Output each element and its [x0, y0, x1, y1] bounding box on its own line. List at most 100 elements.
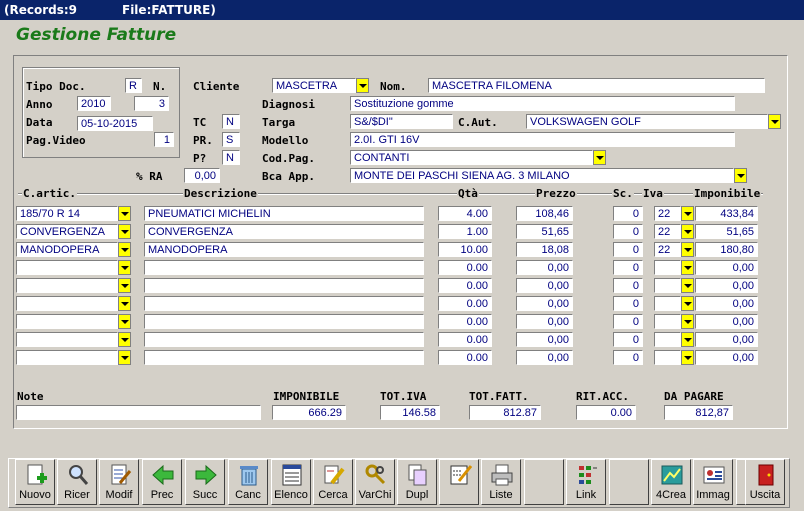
numero-field[interactable]: 3 — [134, 96, 169, 111]
toolbar-nuovo-button[interactable]: Nuovo — [15, 459, 55, 505]
row-3-iva-field[interactable]: 22 — [654, 242, 681, 257]
cliente-field[interactable]: MASCETRA — [272, 78, 356, 93]
row-4-qta-field[interactable]: 0.00 — [438, 260, 492, 275]
nominativo-field[interactable]: MASCETRA FILOMENA — [428, 78, 765, 93]
caut-field[interactable]: VOLKSWAGEN GOLF — [526, 114, 768, 129]
row-5-iva-dropdown-button[interactable] — [681, 278, 694, 293]
row-9-descr-field[interactable] — [144, 350, 424, 365]
toolbar-cerca-button[interactable]: Cerca — [313, 459, 353, 505]
ritacc-field[interactable]: 0.00 — [576, 405, 636, 420]
row-6-qta-field[interactable]: 0.00 — [438, 296, 492, 311]
row-4-descr-field[interactable] — [144, 260, 424, 275]
bca-dropdown-button[interactable] — [734, 168, 747, 183]
row-7-sc-field[interactable]: 0 — [613, 314, 643, 329]
row-9-imp-field[interactable]: 0,00 — [695, 350, 758, 365]
tipo-doc-field[interactable]: R — [125, 78, 142, 93]
row-7-prezzo-field[interactable]: 0,00 — [516, 314, 573, 329]
imponibile-total-field[interactable]: 666.29 — [272, 405, 346, 420]
row-1-cartic-dropdown-button[interactable] — [118, 206, 131, 221]
anno-field[interactable]: 2010 — [77, 96, 111, 111]
row-2-imp-field[interactable]: 51,65 — [695, 224, 758, 239]
row-4-iva-field[interactable] — [654, 260, 681, 275]
row-5-prezzo-field[interactable]: 0,00 — [516, 278, 573, 293]
row-6-cartic-dropdown-button[interactable] — [118, 296, 131, 311]
row-3-imp-field[interactable]: 180,80 — [695, 242, 758, 257]
row-3-descr-field[interactable]: MANODOPERA — [144, 242, 424, 257]
totfatt-field[interactable]: 812.87 — [469, 405, 541, 420]
pr-field[interactable]: S — [222, 132, 240, 147]
row-5-sc-field[interactable]: 0 — [613, 278, 643, 293]
row-1-iva-field[interactable]: 22 — [654, 206, 681, 221]
toolbar-uscita-button[interactable]: Uscita — [745, 459, 785, 505]
row-4-prezzo-field[interactable]: 0,00 — [516, 260, 573, 275]
row-6-descr-field[interactable] — [144, 296, 424, 311]
row-2-descr-field[interactable]: CONVERGENZA — [144, 224, 424, 239]
row-3-cartic-dropdown-button[interactable] — [118, 242, 131, 257]
row-3-qta-field[interactable]: 10.00 — [438, 242, 492, 257]
row-7-cartic-dropdown-button[interactable] — [118, 314, 131, 329]
row-8-iva-field[interactable] — [654, 332, 681, 347]
row-7-cartic-field[interactable] — [16, 314, 118, 329]
row-2-cartic-dropdown-button[interactable] — [118, 224, 131, 239]
tc-field[interactable]: N — [222, 114, 240, 129]
row-3-sc-field[interactable]: 0 — [613, 242, 643, 257]
row-6-imp-field[interactable]: 0,00 — [695, 296, 758, 311]
row-1-prezzo-field[interactable]: 108,46 — [516, 206, 573, 221]
row-5-cartic-dropdown-button[interactable] — [118, 278, 131, 293]
row-2-qta-field[interactable]: 1.00 — [438, 224, 492, 239]
pag-video-field[interactable]: 1 — [154, 132, 174, 147]
row-3-cartic-field[interactable]: MANODOPERA — [16, 242, 118, 257]
row-4-imp-field[interactable]: 0,00 — [695, 260, 758, 275]
row-2-prezzo-field[interactable]: 51,65 — [516, 224, 573, 239]
row-9-cartic-dropdown-button[interactable] — [118, 350, 131, 365]
row-5-descr-field[interactable] — [144, 278, 424, 293]
row-9-iva-dropdown-button[interactable] — [681, 350, 694, 365]
row-9-cartic-field[interactable] — [16, 350, 118, 365]
toolbar-liste-button[interactable]: Liste — [481, 459, 521, 505]
p-field[interactable]: N — [222, 150, 240, 165]
row-1-descr-field[interactable]: PNEUMATICI MICHELIN — [144, 206, 424, 221]
row-4-iva-dropdown-button[interactable] — [681, 260, 694, 275]
row-6-prezzo-field[interactable]: 0,00 — [516, 296, 573, 311]
row-8-cartic-field[interactable] — [16, 332, 118, 347]
toolbar-succ-button[interactable]: Succ — [185, 459, 225, 505]
toolbar-varchi-button[interactable]: VarChi — [355, 459, 395, 505]
row-6-iva-dropdown-button[interactable] — [681, 296, 694, 311]
toolbar-link-button[interactable]: Link — [566, 459, 606, 505]
row-8-descr-field[interactable] — [144, 332, 424, 347]
row-1-qta-field[interactable]: 4.00 — [438, 206, 492, 221]
row-7-iva-field[interactable] — [654, 314, 681, 329]
row-1-sc-field[interactable]: 0 — [613, 206, 643, 221]
row-7-iva-dropdown-button[interactable] — [681, 314, 694, 329]
toolbar-prec-button[interactable]: Prec — [142, 459, 182, 505]
row-8-imp-field[interactable]: 0,00 — [695, 332, 758, 347]
bca-field[interactable]: MONTE DEI PASCHI SIENA AG. 3 MILANO — [350, 168, 734, 183]
targa-field[interactable]: S&/$DI" — [350, 114, 453, 129]
row-5-cartic-field[interactable] — [16, 278, 118, 293]
row-9-qta-field[interactable]: 0.00 — [438, 350, 492, 365]
data-field[interactable]: 05-10-2015 — [77, 116, 153, 131]
row-2-cartic-field[interactable]: CONVERGENZA — [16, 224, 118, 239]
codpag-dropdown-button[interactable] — [593, 150, 606, 165]
cliente-dropdown-button[interactable] — [356, 78, 369, 93]
row-7-imp-field[interactable]: 0,00 — [695, 314, 758, 329]
row-5-iva-field[interactable] — [654, 278, 681, 293]
caut-dropdown-button[interactable] — [768, 114, 781, 129]
diagnosi-field[interactable]: Sostituzione gomme — [350, 96, 735, 111]
row-1-iva-dropdown-button[interactable] — [681, 206, 694, 221]
row-6-iva-field[interactable] — [654, 296, 681, 311]
row-2-sc-field[interactable]: 0 — [613, 224, 643, 239]
row-5-qta-field[interactable]: 0.00 — [438, 278, 492, 293]
row-3-iva-dropdown-button[interactable] — [681, 242, 694, 257]
row-8-qta-field[interactable]: 0.00 — [438, 332, 492, 347]
modello-field[interactable]: 2.0I. GTI 16V — [350, 132, 735, 147]
row-6-cartic-field[interactable] — [16, 296, 118, 311]
toolbar-elenco-button[interactable]: Elenco — [271, 459, 311, 505]
row-1-cartic-field[interactable]: 185/70 R 14 — [16, 206, 118, 221]
row-6-sc-field[interactable]: 0 — [613, 296, 643, 311]
toolbar-modif-button[interactable]: Modif — [99, 459, 139, 505]
row-8-prezzo-field[interactable]: 0,00 — [516, 332, 573, 347]
row-7-qta-field[interactable]: 0.00 — [438, 314, 492, 329]
row-8-cartic-dropdown-button[interactable] — [118, 332, 131, 347]
row-9-sc-field[interactable]: 0 — [613, 350, 643, 365]
